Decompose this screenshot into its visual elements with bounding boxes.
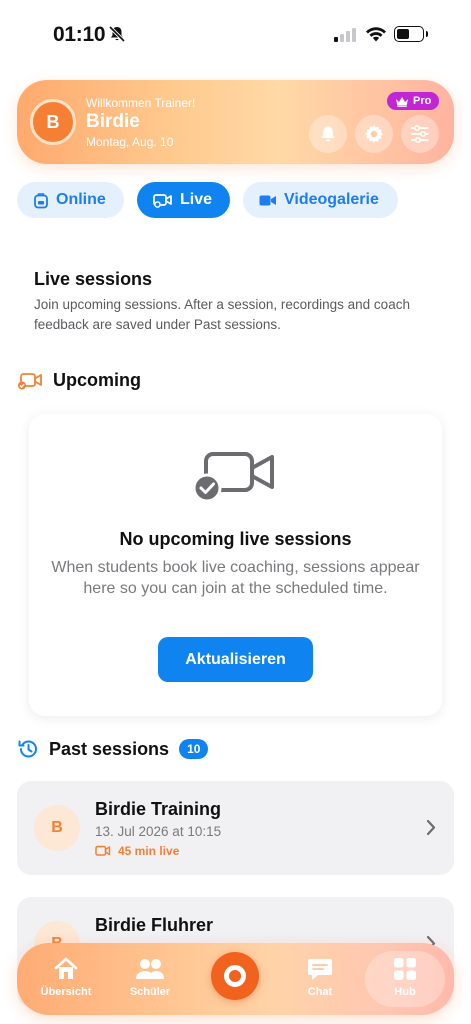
empty-title: No upcoming live sessions	[119, 529, 352, 549]
header-date: Montag, Aug. 10	[86, 135, 174, 149]
wifi-icon	[366, 27, 386, 42]
upcoming-empty-card: No upcoming live sessions When students …	[29, 414, 442, 716]
grid-icon	[394, 958, 416, 980]
sliders-icon	[411, 125, 429, 143]
nav-label-uebersicht: Übersicht	[40, 986, 92, 998]
nav-label-schueler: Schüler	[129, 986, 171, 998]
live-sessions-title: Live sessions	[34, 269, 153, 289]
notifications-button[interactable]	[309, 115, 347, 153]
welcome-text: Willkommen Trainer!	[86, 96, 196, 110]
filters-button[interactable]	[401, 115, 439, 153]
video-icon	[259, 195, 276, 205]
video-camera-icon	[95, 845, 111, 856]
tab-online[interactable]: Online	[17, 182, 124, 218]
pro-label: Pro	[413, 95, 432, 107]
empty-description: When students book live coaching, sessio…	[51, 559, 420, 597]
tab-videogalerie[interactable]: Videogalerie	[243, 182, 398, 218]
session-live-label: 45 min live	[118, 844, 180, 858]
session-title: Birdie Fluhrer	[95, 915, 214, 935]
upcoming-title: Upcoming	[53, 370, 141, 390]
tab-live[interactable]: Live	[137, 182, 230, 218]
status-bar: 01:10	[0, 0, 471, 66]
past-sessions-count-badge: 10	[179, 739, 209, 759]
chat-icon	[308, 959, 332, 980]
backpack-icon	[34, 192, 48, 208]
avatar[interactable]: B	[30, 99, 76, 145]
bell-off-icon	[108, 25, 126, 43]
session-live-duration: 45 min live	[95, 844, 179, 858]
crown-icon	[396, 96, 408, 107]
pro-badge: Pro	[387, 92, 440, 110]
tab-online-label: Online	[56, 191, 106, 208]
history-icon	[18, 740, 37, 758]
nav-label-hub: Hub	[394, 986, 416, 998]
screen: 01:10 B Willkommen Trainer! Birdie Monta…	[0, 0, 471, 1024]
record-button[interactable]	[211, 952, 259, 1000]
session-date: 13. Jul 2026 at 10:15	[95, 824, 222, 839]
nav-item-uebersicht[interactable]: Übersicht	[31, 957, 101, 998]
video-check-icon	[194, 452, 274, 502]
upcoming-header: Upcoming	[17, 370, 141, 391]
past-sessions-title: Past sessions	[49, 738, 170, 759]
video-camera-icon	[153, 193, 172, 208]
status-time: 01:10	[53, 23, 106, 46]
tab-videogalerie-label: Videogalerie	[284, 191, 379, 208]
session-avatar: B	[34, 805, 80, 851]
cellular-signal-icon	[334, 28, 356, 42]
refresh-button[interactable]: Aktualisieren	[158, 637, 313, 682]
record-icon	[224, 965, 246, 987]
bottom-navigation: Übersicht Schüler Chat Hub	[17, 943, 454, 1015]
bell-icon	[321, 126, 335, 141]
people-icon	[136, 959, 164, 979]
chevron-right-icon	[426, 819, 436, 836]
home-icon	[54, 957, 78, 979]
tab-live-label: Live	[180, 191, 213, 208]
trainer-name: Birdie	[86, 111, 140, 132]
nav-item-hub[interactable]: Hub	[370, 957, 440, 998]
nav-item-chat[interactable]: Chat	[285, 957, 355, 998]
live-sessions-description: Join upcoming sessions. After a session,…	[34, 297, 410, 332]
video-check-icon	[18, 372, 42, 389]
nav-item-schueler[interactable]: Schüler	[115, 957, 185, 998]
session-card[interactable]: B Birdie Training 13. Jul 2026 at 10:15 …	[17, 781, 454, 875]
header-card: B Willkommen Trainer! Birdie Montag, Aug…	[17, 80, 454, 164]
gear-icon	[365, 125, 383, 143]
battery-icon	[394, 26, 428, 42]
nav-label-chat: Chat	[307, 986, 333, 998]
past-sessions-header: Past sessions 10	[17, 738, 209, 760]
session-title: Birdie Training	[95, 799, 222, 819]
settings-button[interactable]	[355, 115, 393, 153]
